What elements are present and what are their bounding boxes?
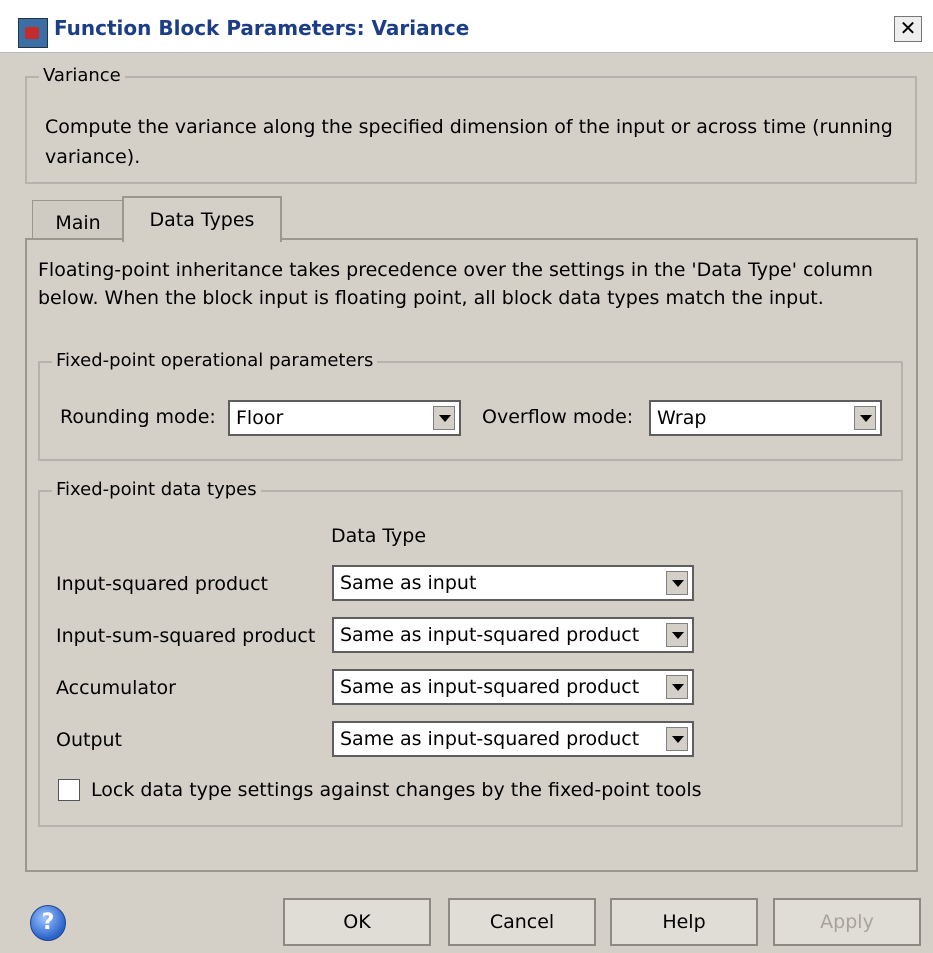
input-squared-product-label: Input-squared product — [56, 573, 268, 595]
rounding-mode-dropdown[interactable]: Floor — [228, 400, 461, 436]
chevron-down-icon[interactable] — [666, 623, 688, 647]
tab-data-types[interactable]: Data Types — [122, 196, 282, 242]
inheritance-note: Floating-point inheritance takes precede… — [38, 259, 873, 309]
simulink-block-icon — [18, 18, 48, 48]
input-sum-squared-product-dropdown[interactable]: Same as input-squared product — [332, 617, 694, 653]
chevron-down-icon[interactable] — [433, 406, 455, 430]
input-sum-squared-product-value: Same as input-squared product — [340, 624, 640, 646]
accumulator-label: Accumulator — [56, 677, 176, 699]
output-dropdown[interactable]: Same as input-squared product — [332, 721, 694, 757]
accumulator-value: Same as input-squared product — [340, 676, 640, 698]
lock-data-type-checkbox[interactable] — [58, 779, 80, 801]
input-sum-squared-product-label: Input-sum-squared product — [56, 625, 316, 647]
help-button[interactable]: Help — [610, 898, 758, 946]
window-title: Function Block Parameters: Variance — [54, 16, 470, 40]
title-bar: Function Block Parameters: Variance ✕ — [0, 0, 933, 53]
accumulator-dropdown[interactable]: Same as input-squared product — [332, 669, 694, 705]
lock-data-type-label[interactable]: Lock data type settings against changes … — [91, 779, 702, 801]
description-legend: Variance — [39, 65, 125, 86]
help-icon[interactable]: ? — [30, 905, 66, 941]
input-squared-product-value: Same as input — [340, 572, 477, 594]
description-text: Compute the variance along the specified… — [45, 116, 893, 168]
chevron-down-icon[interactable] — [666, 727, 688, 751]
overflow-mode-dropdown[interactable]: Wrap — [649, 400, 882, 436]
chevron-down-icon[interactable] — [666, 675, 688, 699]
ok-button[interactable]: OK — [283, 898, 431, 946]
fixed-point-data-types-group: Fixed-point data types — [38, 479, 903, 827]
chevron-down-icon[interactable] — [666, 571, 688, 595]
chevron-down-icon[interactable] — [854, 406, 876, 430]
output-label: Output — [56, 729, 122, 751]
output-value: Same as input-squared product — [340, 728, 640, 750]
data-type-column-header: Data Type — [331, 525, 427, 547]
apply-button[interactable]: Apply — [773, 898, 921, 946]
fixed-point-data-types-legend: Fixed-point data types — [52, 479, 261, 500]
overflow-mode-value: Wrap — [657, 407, 707, 429]
rounding-mode-label: Rounding mode: — [60, 406, 216, 428]
close-button[interactable]: ✕ — [894, 16, 922, 42]
description-group: Variance Compute the variance along the … — [25, 65, 917, 184]
input-squared-product-dropdown[interactable]: Same as input — [332, 565, 694, 601]
overflow-mode-label: Overflow mode: — [482, 406, 634, 428]
rounding-mode-value: Floor — [236, 407, 284, 429]
cancel-button[interactable]: Cancel — [448, 898, 596, 946]
fixed-point-params-legend: Fixed-point operational parameters — [52, 350, 378, 371]
